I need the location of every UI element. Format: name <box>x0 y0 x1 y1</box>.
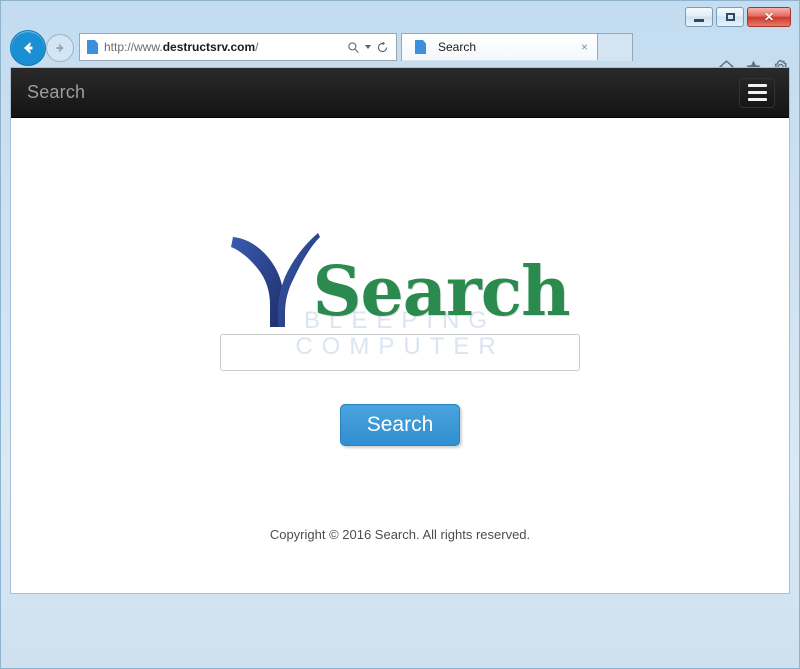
tab-close-icon[interactable]: × <box>578 41 591 53</box>
maximize-button[interactable] <box>716 7 744 27</box>
hamburger-bar <box>747 84 767 87</box>
search-input[interactable] <box>220 334 580 371</box>
maximize-icon <box>725 13 735 21</box>
footer-copyright: Copyright © 2016 Search. All rights rese… <box>269 527 531 542</box>
site-logo: Search <box>11 231 789 331</box>
minimize-icon <box>694 19 704 22</box>
tab-page-icon <box>415 40 426 54</box>
hamburger-bar <box>747 98 767 101</box>
window-controls: ✕ <box>685 7 791 27</box>
new-tab-button[interactable] <box>598 34 632 61</box>
forward-arrow-icon <box>56 43 64 53</box>
forward-button[interactable] <box>46 34 74 62</box>
page-icon <box>87 40 98 54</box>
close-icon: ✕ <box>763 10 775 24</box>
magnifier-icon[interactable] <box>347 41 360 54</box>
refresh-icon[interactable] <box>376 40 389 54</box>
back-arrow-icon <box>24 42 33 54</box>
address-bar-icons <box>347 40 396 54</box>
minimize-button[interactable] <box>685 7 713 27</box>
hamburger-bar <box>747 91 767 94</box>
site-navbar: Search <box>11 68 789 118</box>
site-brand[interactable]: Search <box>27 82 85 103</box>
close-window-button[interactable]: ✕ <box>747 7 791 27</box>
page-body: BLEEPING COMPUTER Search Search Copyrigh… <box>11 118 789 593</box>
blue-y-mark-icon <box>231 233 321 327</box>
url-text: http://www.destructsrv.com/ <box>104 40 259 54</box>
back-button[interactable] <box>10 30 46 66</box>
address-bar[interactable]: http://www.destructsrv.com/ <box>79 33 397 61</box>
browser-window: ✕ http://www.destructsrv.com/ Search × S… <box>0 0 800 669</box>
hamburger-menu-icon[interactable] <box>739 77 775 108</box>
search-button[interactable]: Search <box>340 404 460 446</box>
logo-wordmark: Search <box>312 252 570 333</box>
tab-strip: Search × <box>401 33 633 61</box>
chevron-down-icon[interactable] <box>365 45 371 49</box>
window-bottom-strip <box>10 656 790 662</box>
browser-nav-row: http://www.destructsrv.com/ Search × <box>1 27 799 75</box>
page-viewport: Search BLEEPING COMPUTER Search Search C… <box>10 67 790 594</box>
tab-title: Search <box>438 40 477 54</box>
tab-search[interactable]: Search × <box>402 34 598 60</box>
